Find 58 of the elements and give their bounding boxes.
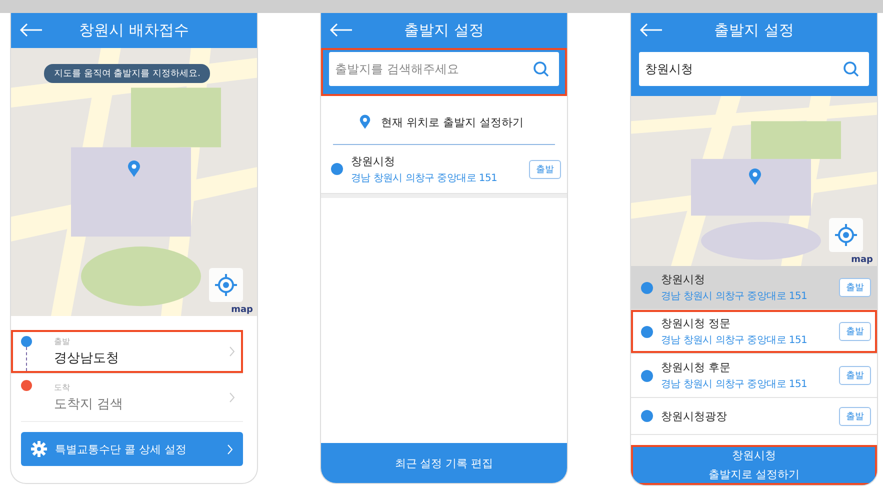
gear-icon [31, 441, 47, 457]
current-location-option[interactable]: 현재 위치로 출발지 설정하기 [333, 96, 555, 145]
place-address: 경남 창원시 의창구 중앙대로 151 [661, 378, 808, 391]
route-value: 경상남도청 [54, 350, 120, 367]
locate-button[interactable] [829, 218, 863, 252]
search-icon[interactable] [533, 61, 549, 77]
search-field[interactable]: 출발지를 검색해주세요 [329, 52, 559, 86]
route-row[interactable]: 도착 도착지 검색 [21, 374, 243, 422]
place-name: 창원시청 후문 [661, 360, 732, 375]
depart-button[interactable]: 출발 [839, 366, 871, 385]
map-logo: map [231, 305, 253, 315]
search-icon[interactable] [843, 61, 859, 77]
map-pin-icon [127, 160, 141, 178]
place-name: 창원시청 [661, 272, 706, 287]
footer-button[interactable]: 최근 설정 기록 편집 [321, 443, 567, 483]
result-dot-icon [641, 326, 653, 338]
screen-title: 출발지 설정 [714, 21, 794, 40]
result-item[interactable]: 창원시청 정문 경남 창원시 의창구 중앙대로 151 출발 [631, 310, 877, 354]
map-hint: 지도를 움직여 출발지를 지정하세요. [44, 64, 210, 83]
back-arrow-icon[interactable] [639, 23, 663, 37]
route-label: 출발 [54, 336, 71, 347]
place-name: 창원시청 [351, 154, 396, 168]
chevron-icon [229, 392, 235, 403]
location-pin-icon [359, 114, 371, 130]
chevron-icon [229, 346, 235, 357]
chevron-icon [227, 444, 233, 454]
result-dot-icon [331, 163, 343, 175]
result-item[interactable]: 창원시청 경남 창원시 의창구 중앙대로 151 출발 [321, 145, 567, 194]
result-item[interactable]: 창원시청광장 출발 [631, 398, 877, 435]
route-label: 도착 [54, 382, 71, 393]
depart-button[interactable]: 출발 [529, 160, 561, 178]
footer-button[interactable]: 창원시청 출발지로 설정하기 [631, 445, 877, 485]
result-dot-icon [641, 370, 653, 382]
crosshair-icon [835, 224, 857, 246]
place-address: 경남 창원시 의창구 중앙대로 151 [661, 334, 808, 347]
depart-button[interactable]: 출발 [839, 322, 871, 341]
place-name: 창원시청 정문 [661, 316, 732, 331]
result-dot-icon [641, 282, 653, 294]
screen-title: 출발지 설정 [404, 21, 484, 40]
settings-button[interactable]: 특별교통수단 콜 상세 설정 [21, 432, 243, 466]
crosshair-icon [215, 274, 237, 296]
route-value: 도착지 검색 [54, 396, 124, 413]
map-logo: map [851, 255, 873, 265]
depart-button[interactable]: 출발 [839, 406, 871, 426]
result-dot-icon [641, 410, 653, 422]
search-field[interactable]: 창원시청 [639, 52, 869, 86]
route-row[interactable]: 출발 경상남도청 [11, 330, 243, 374]
locate-button[interactable] [209, 268, 243, 302]
back-arrow-icon[interactable] [329, 23, 353, 37]
result-item[interactable]: 창원시청 경남 창원시 의창구 중앙대로 151 출발 [631, 266, 877, 310]
place-address: 경남 창원시 의창구 중앙대로 151 [661, 290, 808, 303]
result-item[interactable]: 창원시청 후문 경남 창원시 의창구 중앙대로 151 출발 [631, 354, 877, 398]
place-address: 경남 창원시 의창구 중앙대로 151 [351, 172, 498, 184]
screen-title: 창원시 배차접수 [79, 21, 189, 40]
back-arrow-icon[interactable] [19, 23, 43, 37]
place-name: 창원시청광장 [661, 408, 728, 424]
map-pin-icon [748, 168, 762, 186]
depart-button[interactable]: 출발 [839, 278, 871, 297]
